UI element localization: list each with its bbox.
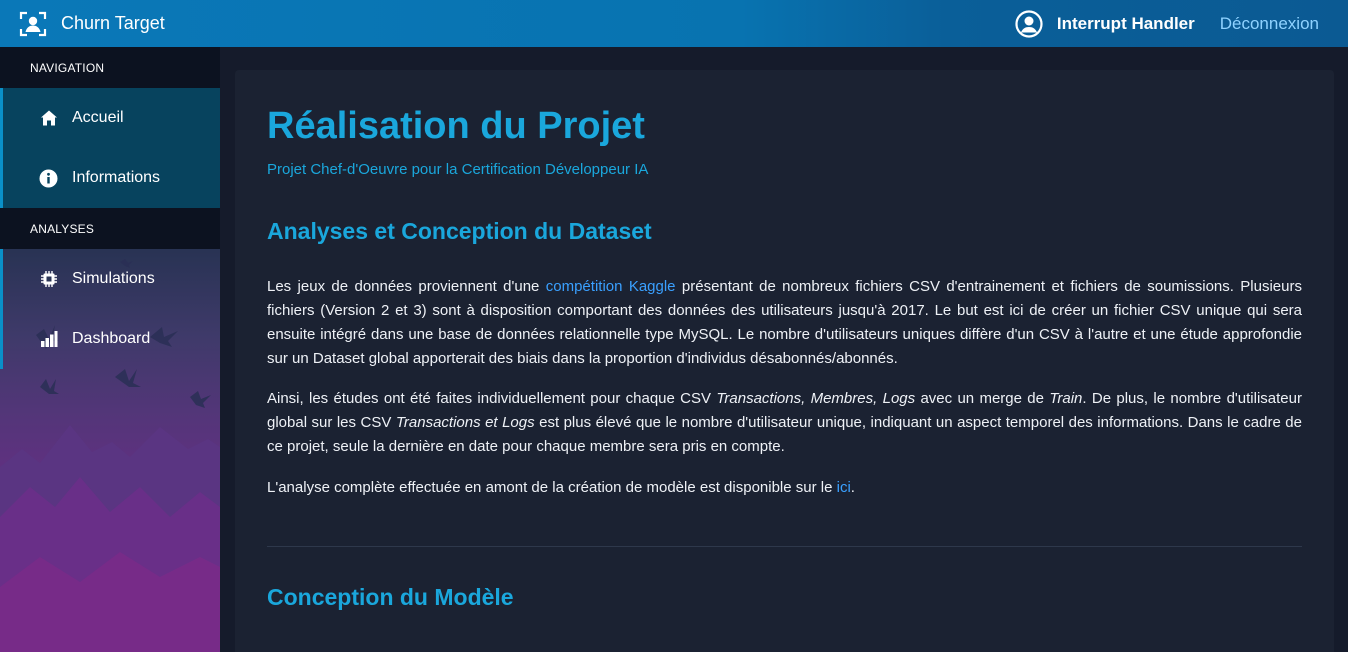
section-divider [267, 546, 1302, 547]
paragraph-italic: Transactions, Membres, Logs [716, 390, 916, 407]
brand[interactable]: Churn Target [19, 10, 165, 38]
sidebar: NAVIGATION Accueil Informations ANALYSES [0, 47, 220, 652]
sidebar-item-informations[interactable]: Informations [3, 148, 220, 208]
paragraph-dataset-source: Les jeux de données proviennent d'une co… [267, 275, 1302, 371]
sidebar-item-label: Informations [72, 169, 161, 186]
section-heading-dataset: Analyses et Conception du Dataset [267, 218, 652, 244]
analysis-link[interactable]: ici [837, 479, 851, 496]
user-name: Interrupt Handler [1056, 13, 1195, 33]
paragraph-text: avec un merge de [915, 390, 1050, 407]
chip-icon [39, 270, 58, 289]
content-card: Réalisation du Projet Projet Chef-d'Oeuv… [235, 70, 1334, 652]
sidebar-item-dashboard[interactable]: Dashboard [3, 309, 220, 369]
sidebar-item-accueil[interactable]: Accueil [3, 88, 220, 148]
nav-group-analyses: Simulations Dashboard [0, 249, 220, 369]
section-header-navigation: NAVIGATION [0, 47, 220, 88]
nav-group-navigation: Accueil Informations [0, 88, 220, 208]
face-scan-icon [19, 11, 47, 36]
user-avatar-icon[interactable] [1015, 9, 1043, 38]
page-title: Réalisation du Projet [267, 105, 645, 147]
section-heading-model: Conception du Modèle [267, 584, 514, 610]
paragraph-text: Ainsi, les études ont été faites individ… [267, 390, 717, 407]
sidebar-item-label: Accueil [72, 109, 124, 126]
section-header-analyses: ANALYSES [0, 208, 220, 249]
home-icon [39, 109, 58, 128]
paragraph-full-analysis: L'analyse complète effectuée en amont de… [267, 476, 1302, 500]
paragraph-italic: Train [1049, 390, 1083, 407]
logout-link[interactable]: Déconnexion [1220, 14, 1319, 34]
kaggle-competition-link[interactable]: compétition Kaggle [546, 278, 676, 295]
sidebar-item-label: Simulations [72, 270, 155, 287]
sidebar-item-label: Dashboard [72, 330, 151, 347]
paragraph-text: . [850, 479, 855, 496]
app-title: Churn Target [61, 13, 165, 33]
paragraph-text: L'analyse complète effectuée en amont de… [267, 479, 837, 496]
info-icon [39, 169, 58, 188]
sidebar-item-simulations[interactable]: Simulations [3, 249, 220, 309]
bar-chart-icon [39, 330, 58, 349]
top-bar: Churn Target Interrupt Handler Déconnexi… [0, 0, 1348, 47]
paragraph-individual-studies: Ainsi, les études ont été faites individ… [267, 387, 1302, 459]
page-subtitle: Projet Chef-d'Oeuvre pour la Certificati… [267, 161, 649, 178]
paragraph-text: Les jeux de données proviennent d'une [267, 278, 546, 295]
paragraph-italic: Transactions et Logs [395, 414, 535, 431]
